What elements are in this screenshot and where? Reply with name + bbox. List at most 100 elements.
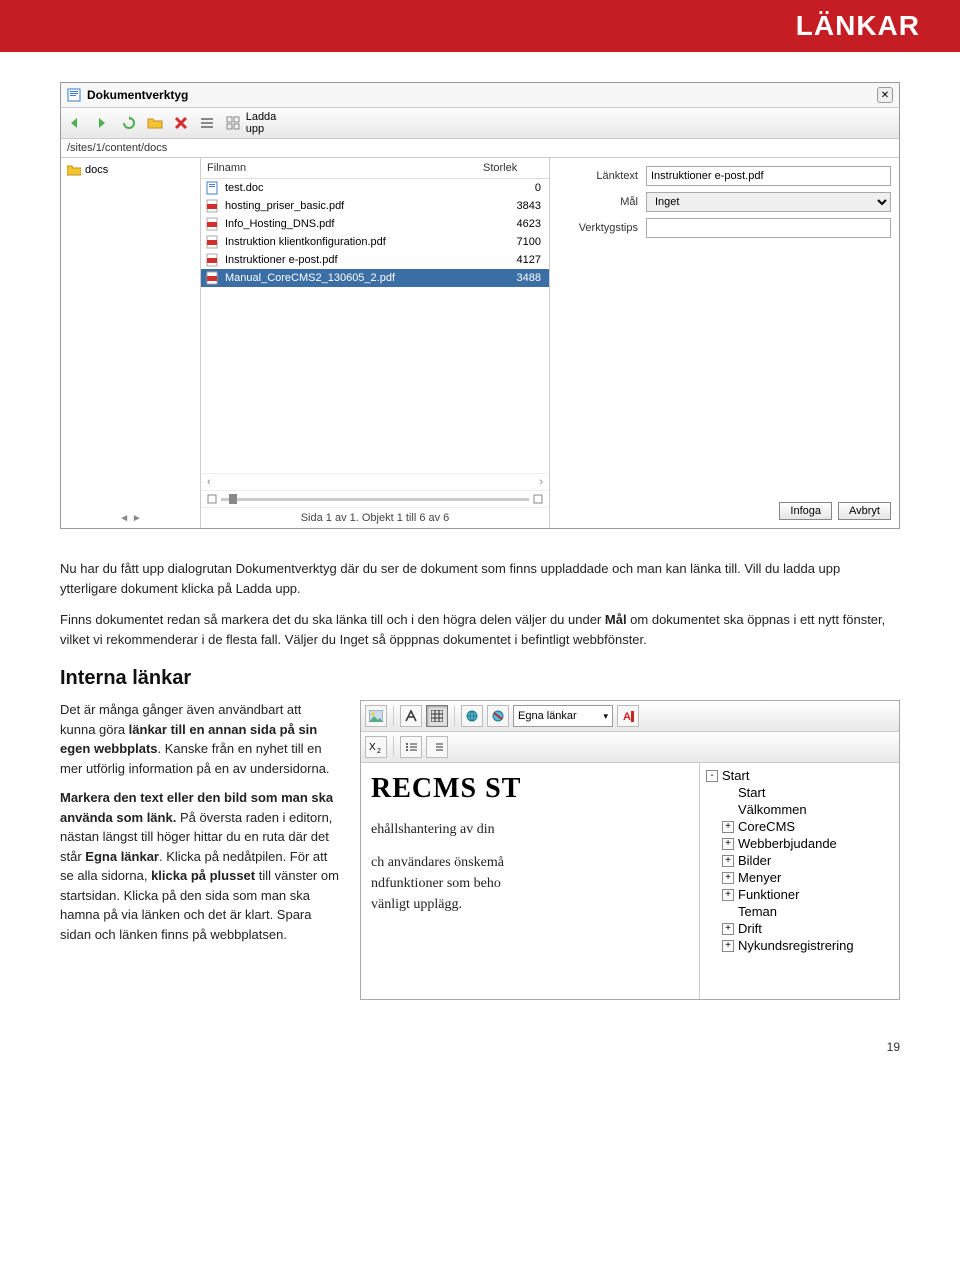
doc-icon (205, 181, 225, 195)
tree-item[interactable]: Välkommen (716, 801, 899, 818)
char-button[interactable]: A (617, 705, 639, 727)
file-row[interactable]: Manual_CoreCMS2_130605_2.pdf3488 (201, 269, 549, 287)
sub-button[interactable]: X2 (365, 736, 387, 758)
tile-view-icon[interactable] (223, 113, 243, 133)
tree-label: Webberbjudande (738, 836, 837, 851)
file-name: Manual_CoreCMS2_130605_2.pdf (225, 272, 495, 284)
file-name: test.doc (225, 182, 495, 194)
folder-tree-pane: docs ◄ ► (61, 158, 201, 528)
file-list: test.doc0hosting_priser_basic.pdf3843Inf… (201, 179, 549, 473)
tree-label: CoreCMS (738, 819, 795, 834)
folder-icon (67, 164, 81, 176)
splitter-handle[interactable]: ◄ ► (119, 513, 142, 524)
properties-pane: Länktext Mål Inget Verktygstips Infoga A… (550, 158, 899, 528)
tree-label: Nykundsregistrering (738, 938, 854, 953)
expand-icon[interactable]: + (722, 838, 734, 850)
page-tree: -StartStartVälkommen+CoreCMS+Webberbjuda… (699, 763, 899, 1000)
col-filename: Filnamn (207, 162, 483, 174)
tree-item[interactable]: + Drift (716, 920, 899, 937)
expand-icon[interactable]: + (722, 821, 734, 833)
file-name: Instruktioner e-post.pdf (225, 254, 495, 266)
linktext-input[interactable] (646, 166, 891, 186)
dialog-title-text: Dokumentverktyg (87, 88, 188, 102)
page-number: 19 (0, 1020, 960, 1074)
expand-icon[interactable]: + (722, 889, 734, 901)
ul-button[interactable] (400, 736, 422, 758)
folder-item[interactable]: docs (65, 162, 196, 178)
own-links-dropdown[interactable]: Egna länkar (513, 705, 613, 727)
table-button[interactable] (426, 705, 448, 727)
file-name: Info_Hosting_DNS.pdf (225, 218, 495, 230)
file-row[interactable]: Instruktioner e-post.pdf4127 (201, 251, 549, 269)
editor-heading: RECMS ST (371, 773, 689, 805)
file-size: 3843 (495, 200, 545, 212)
document-icon (67, 88, 81, 102)
cancel-button[interactable]: Avbryt (838, 502, 891, 520)
col-size: Storlek (483, 162, 543, 174)
expand-icon[interactable]: + (722, 855, 734, 867)
tree-label: Teman (738, 904, 777, 919)
ol-button[interactable] (426, 736, 448, 758)
tree-item[interactable]: + Menyer (716, 869, 899, 886)
tree-item[interactable]: Start (716, 784, 899, 801)
upload-label: Ladda upp (246, 111, 277, 135)
format-button[interactable] (400, 705, 422, 727)
editor-content[interactable]: RECMS ST ehållshantering av din ch använ… (361, 763, 699, 1000)
tree-label: Bilder (738, 853, 771, 868)
dialog-titlebar: Dokumentverktyg ✕ (61, 83, 899, 108)
collapse-icon[interactable]: - (706, 770, 718, 782)
file-list-pane: Filnamn Storlek test.doc0hosting_priser_… (201, 158, 550, 528)
file-size: 0 (495, 182, 545, 194)
tree-label: Menyer (738, 870, 781, 885)
zoom-slider[interactable] (201, 490, 549, 507)
tree-item[interactable]: -Start (700, 767, 899, 784)
tree-label: Välkommen (738, 802, 807, 817)
linktext-label: Länktext (558, 170, 638, 182)
file-row[interactable]: hosting_priser_basic.pdf3843 (201, 197, 549, 215)
tree-item[interactable]: + Nykundsregistrering (716, 937, 899, 954)
tree-item[interactable]: + Bilder (716, 852, 899, 869)
close-button[interactable]: ✕ (877, 87, 893, 103)
folder-label: docs (85, 164, 108, 176)
tree-item[interactable]: + CoreCMS (716, 818, 899, 835)
link-button[interactable] (461, 705, 483, 727)
editor-screenshot: Egna länkar A X2 RECMS ST ehållshanterin… (360, 700, 900, 1000)
file-name: Instruktion klientkonfiguration.pdf (225, 236, 495, 248)
file-row[interactable]: Info_Hosting_DNS.pdf4623 (201, 215, 549, 233)
insert-button[interactable]: Infoga (779, 502, 832, 520)
tree-label: Funktioner (738, 887, 799, 902)
refresh-button[interactable] (119, 113, 139, 133)
pdf-icon (205, 271, 225, 285)
paragraph: Markera den text eller den bild som man … (60, 788, 340, 944)
tree-item[interactable]: + Webberbjudande (716, 835, 899, 852)
back-button[interactable] (67, 113, 87, 133)
list-view-icon[interactable] (197, 113, 217, 133)
page-header: LÄNKAR (0, 0, 960, 52)
tree-item[interactable]: Teman (716, 903, 899, 920)
expand-icon[interactable]: + (722, 940, 734, 952)
file-row[interactable]: test.doc0 (201, 179, 549, 197)
delete-button[interactable] (171, 113, 191, 133)
tree-label: Drift (738, 921, 762, 936)
target-select[interactable]: Inget (646, 192, 891, 212)
file-size: 3488 (495, 272, 545, 284)
path-bar: /sites/1/content/docs (61, 139, 899, 158)
tree-item[interactable]: + Funktioner (716, 886, 899, 903)
svg-text:A: A (623, 711, 631, 722)
expand-icon[interactable]: + (722, 872, 734, 884)
file-name: hosting_priser_basic.pdf (225, 200, 495, 212)
h-scrollbar[interactable]: ‹› (201, 473, 549, 490)
image-button[interactable] (365, 705, 387, 727)
expand-icon[interactable]: + (722, 923, 734, 935)
upload-button[interactable]: Ladda upp (249, 112, 269, 134)
status-text: Sida 1 av 1. Objekt 1 till 6 av 6 (201, 507, 549, 528)
file-row[interactable]: Instruktion klientkonfiguration.pdf7100 (201, 233, 549, 251)
forward-button[interactable] (93, 113, 113, 133)
unlink-button[interactable] (487, 705, 509, 727)
tooltip-input[interactable] (646, 218, 891, 238)
page-title: LÄNKAR (796, 10, 920, 41)
tree-label: Start (722, 768, 749, 783)
paragraph: Nu har du fått upp dialogrutan Dokumentv… (60, 559, 900, 598)
file-size: 4623 (495, 218, 545, 230)
new-folder-button[interactable] (145, 113, 165, 133)
